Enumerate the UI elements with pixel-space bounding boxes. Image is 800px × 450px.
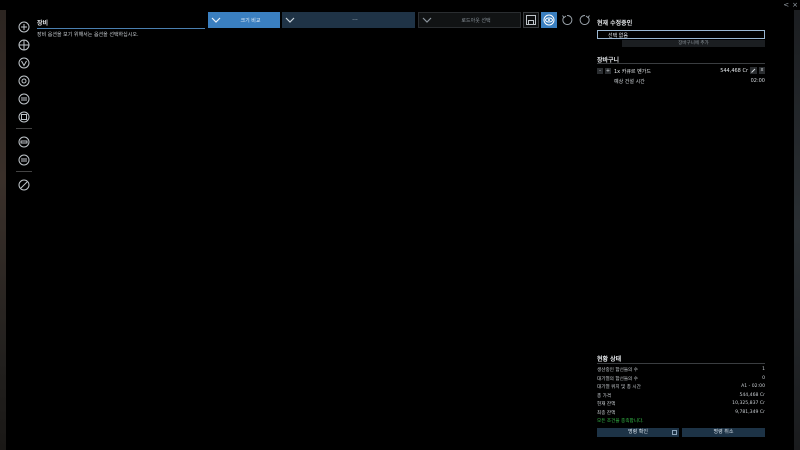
shield-icon[interactable] <box>17 135 31 149</box>
cart-item-price: 544,468 Cr <box>720 68 748 74</box>
status-row: 최종 잔액 9,781,349 Cr <box>597 410 765 418</box>
crosshair-icon[interactable] <box>17 20 31 34</box>
status-value: 544,468 Cr <box>739 393 765 398</box>
status-value: 9,781,349 Cr <box>735 410 765 415</box>
current-editing-heading: 현재 수정중인 <box>597 20 633 27</box>
cancel-order-button[interactable]: 명령 취소 <box>682 428 765 437</box>
size-compare-label: 크기 비교 <box>240 17 261 24</box>
module-icon[interactable] <box>17 38 31 52</box>
status-row: 대기열 위치 및 총 시간 A1 - 02:00 <box>597 384 765 392</box>
status-label: 생산중인 함선들의 수 <box>597 368 638 373</box>
cancel-icon[interactable] <box>17 178 31 192</box>
redo-button[interactable] <box>577 12 593 28</box>
build-time-row: 예상 건설 시간 02:00 <box>614 78 765 85</box>
window-controls: < × <box>783 1 798 9</box>
status-value: A1 - 02:00 <box>741 384 765 389</box>
save-button[interactable] <box>523 12 539 28</box>
remove-item-button[interactable]: x <box>759 67 765 74</box>
equipment-underline <box>37 28 205 29</box>
add-to-cart-button[interactable]: 장바구니에 추가 <box>622 40 765 47</box>
status-label: 대기열 위치 및 총 시간 <box>597 385 641 390</box>
status-value: 0 <box>762 376 765 381</box>
edit-item-button[interactable] <box>750 67 757 74</box>
status-row: 총 가격 544,468 Cr <box>597 393 765 401</box>
chevron-down-icon <box>285 15 295 25</box>
cart-item: - + 1x 카큐르 벤가드 544,468 Cr x <box>597 67 765 76</box>
left-toolbar <box>15 20 33 196</box>
status-label: 총 가격 <box>597 394 612 399</box>
status-label: 현재 잔액 <box>597 402 616 407</box>
top-bar: < × <box>0 0 800 10</box>
equipment-hint: 장비 옵션을 보기 위해서는 옵션을 선택하십시오. <box>37 32 139 38</box>
type-dropdown[interactable]: --- <box>282 12 415 28</box>
redo-icon <box>579 14 590 25</box>
selection-field[interactable]: 선택 없음 <box>597 30 765 39</box>
chevron-down-icon <box>422 15 432 25</box>
undo-icon <box>562 14 573 25</box>
status-row: 현재 잔액 10,325,837 Cr <box>597 401 765 409</box>
ammo-icon[interactable] <box>17 153 31 167</box>
background-edge-right <box>794 0 800 450</box>
toolbar-divider <box>16 171 32 172</box>
build-time-label: 예상 건설 시간 <box>614 79 645 85</box>
type-label: --- <box>352 17 358 23</box>
toolbar-divider <box>16 128 32 129</box>
drone-icon[interactable] <box>17 92 31 106</box>
engine-icon[interactable] <box>17 74 31 88</box>
equipment-title: 장비 <box>37 20 49 27</box>
collapse-button[interactable]: < <box>783 1 789 9</box>
status-row: 생산중인 함선들의 수 1 <box>597 367 765 375</box>
loadout-dropdown[interactable]: 로드아웃 선택 <box>418 12 521 28</box>
status-row: 대기열의 함선들의 수 0 <box>597 376 765 384</box>
cart-underline <box>597 63 765 64</box>
close-button[interactable]: × <box>792 1 798 9</box>
view-toggle-button[interactable] <box>541 12 557 28</box>
cargo-icon[interactable] <box>17 110 31 124</box>
status-underline <box>597 363 765 364</box>
status-label: 대기열의 함선들의 수 <box>597 377 638 382</box>
loadout-label: 로드아웃 선택 <box>461 17 491 24</box>
eye-icon <box>543 14 555 26</box>
pencil-icon <box>751 68 756 73</box>
size-compare-dropdown[interactable]: 크기 비교 <box>208 12 280 28</box>
chevron-down-icon <box>211 15 221 25</box>
build-time-value: 02:00 <box>750 78 765 84</box>
status-value: 10,325,837 Cr <box>732 401 765 406</box>
decrease-quantity-button[interactable]: - <box>597 68 603 74</box>
cart-item-name: 1x 카큐르 벤가드 <box>614 69 651 75</box>
armor-icon[interactable] <box>17 56 31 70</box>
increase-quantity-button[interactable]: + <box>605 68 611 74</box>
background-edge-left <box>0 0 6 450</box>
confirm-order-label: 명령 확인 <box>628 429 648 435</box>
status-value: 1 <box>762 367 765 372</box>
undo-button[interactable] <box>559 12 575 28</box>
confirm-order-button[interactable]: 명령 확인 <box>597 428 679 437</box>
status-label: 최종 잔액 <box>597 411 616 416</box>
save-icon <box>526 15 536 25</box>
status-heading: 현황 상태 <box>597 356 622 363</box>
checkbox-icon <box>672 430 677 435</box>
requirements-met-message: 모든 조건을 충족합니다. <box>597 419 644 424</box>
